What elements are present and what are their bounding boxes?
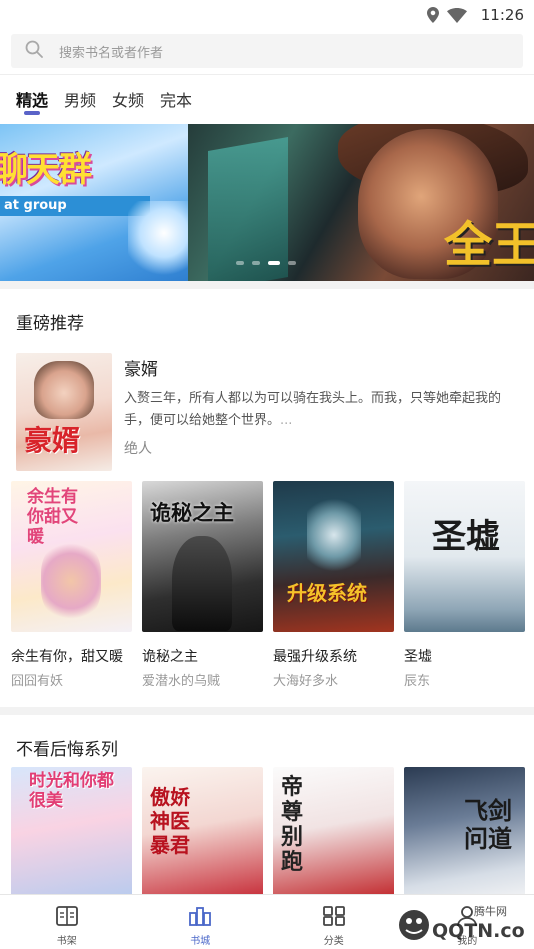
book-cover[interactable]: 傲娇神医暴君	[142, 767, 263, 897]
search-input[interactable]: 搜索书名或者作者	[11, 34, 523, 68]
banner-left-title: 聊天群	[0, 150, 92, 190]
banner-right-title: 全王	[443, 217, 534, 273]
book-cover[interactable]: 时光和你都很美	[11, 767, 132, 897]
book-title: 余生有你，甜又暖	[11, 649, 123, 665]
nav-bookshelf[interactable]: 书架	[0, 895, 134, 949]
book-cover[interactable]: 余生有你甜又暖	[11, 481, 132, 632]
status-time: 11:26	[480, 6, 524, 24]
book-author: 大海好多水	[273, 674, 339, 689]
section-divider	[0, 281, 534, 289]
banner-slide-current[interactable]: 全王	[188, 124, 534, 281]
banner-left-decoration	[128, 201, 188, 281]
featured-book-title: 豪婿	[124, 360, 158, 380]
category-tabs: 精选 男频 女频 完本	[0, 74, 534, 124]
banner-dot	[252, 261, 260, 265]
book-author: 囧囧有妖	[11, 674, 64, 689]
featured-book[interactable]: 豪婿 豪婿 入赘三年，所有人都以为可以骑在我头上。而我，只等她牵起我的手，便可以…	[0, 345, 534, 481]
book-cover-title: 升级系统	[287, 581, 367, 605]
book-card[interactable]: 帝尊别跑	[273, 767, 394, 897]
search-bar-container: 搜索书名或者作者	[0, 30, 534, 74]
banner-dot	[288, 261, 296, 265]
book-author: 辰东	[404, 674, 431, 689]
section-title-recommended: 重磅推荐	[16, 314, 84, 334]
banner-slide-previous[interactable]: 聊天群 at group	[0, 124, 188, 281]
book-cover-title: 诡秘之主	[150, 501, 234, 525]
site-watermark-logo: 腾牛网 QQTN.com	[396, 899, 534, 945]
nav-label: 书城	[190, 936, 211, 947]
book-card[interactable]: 傲娇神医暴君	[142, 767, 263, 897]
book-card[interactable]: 时光和你都很美	[11, 767, 132, 897]
wifi-icon	[446, 7, 467, 23]
featured-book-description-text: 入赘三年，所有人都以为可以骑在我头上。而我，只等她牵起我的手，便可以给她整个世界…	[124, 391, 502, 428]
featured-book-description: 入赘三年，所有人都以为可以骑在我头上。而我，只等她牵起我的手，便可以给她整个世界…	[124, 388, 518, 432]
nav-category[interactable]: 分类	[267, 895, 401, 949]
book-cover-title: 傲娇神医暴君	[150, 785, 190, 857]
book-card[interactable]: 飞剑问道	[404, 767, 525, 897]
location-icon	[426, 7, 439, 23]
tab-featured[interactable]: 精选	[16, 87, 48, 117]
bookstore-icon	[188, 905, 212, 930]
book-card[interactable]: 余生有你甜又暖 余生有你，甜又暖 囧囧有妖	[11, 481, 132, 689]
book-grid-no-regret: 时光和你都很美 傲娇神医暴君 帝尊别跑 飞剑问道	[0, 767, 534, 897]
category-icon	[322, 905, 346, 930]
book-author: 爱潜水的乌贼	[142, 674, 221, 689]
nav-label: 书架	[56, 936, 77, 947]
book-cover-title: 飞剑问道	[464, 797, 512, 853]
featured-book-info: 豪婿 入赘三年，所有人都以为可以骑在我头上。而我，只等她牵起我的手，便可以给她整…	[124, 353, 518, 481]
book-card[interactable]: 圣墟 圣墟 辰东	[404, 481, 525, 689]
featured-book-cover-title: 豪婿	[24, 424, 81, 457]
book-card[interactable]: 升级系统 最强升级系统 大海好多水	[273, 481, 394, 689]
section-divider	[0, 707, 534, 715]
section-title-no-regret: 不看后悔系列	[16, 740, 118, 760]
book-cover[interactable]: 飞剑问道	[404, 767, 525, 897]
book-cover[interactable]: 帝尊别跑	[273, 767, 394, 897]
book-cover[interactable]: 升级系统	[273, 481, 394, 632]
status-bar: 11:26	[0, 0, 534, 30]
featured-book-cover[interactable]: 豪婿	[16, 353, 112, 471]
book-cover-title: 帝尊别跑	[281, 775, 304, 875]
book-card[interactable]: 诡秘之主 诡秘之主 爱潜水的乌贼	[142, 481, 263, 689]
nav-bookstore[interactable]: 书城	[134, 895, 268, 949]
book-title: 圣墟	[404, 649, 432, 665]
ellipsis: ...	[280, 413, 293, 428]
banner-dot-active	[268, 261, 280, 265]
tab-male[interactable]: 男频	[64, 87, 96, 117]
nav-label: 分类	[323, 936, 344, 947]
svg-text:QQTN.com: QQTN.com	[432, 920, 526, 942]
bookshelf-icon	[55, 905, 79, 930]
svg-text:腾牛网: 腾牛网	[474, 904, 507, 918]
book-cover-title: 时光和你都很美	[29, 771, 114, 811]
tab-female[interactable]: 女频	[112, 87, 144, 117]
search-icon	[25, 40, 43, 62]
tab-completed[interactable]: 完本	[160, 87, 192, 117]
book-cover[interactable]: 圣墟	[404, 481, 525, 632]
book-cover-title: 余生有你甜又暖	[27, 487, 78, 547]
search-placeholder: 搜索书名或者作者	[59, 45, 164, 61]
book-grid-recommended: 余生有你甜又暖 余生有你，甜又暖 囧囧有妖 诡秘之主 诡秘之主 爱潜水的乌贼 升…	[0, 481, 534, 689]
book-title: 最强升级系统	[273, 649, 357, 665]
banner-building-art	[208, 136, 288, 281]
banner-carousel[interactable]: 聊天群 at group 全王	[0, 124, 534, 281]
featured-book-author: 绝人	[124, 441, 152, 457]
book-cover[interactable]: 诡秘之主	[142, 481, 263, 632]
banner-dot	[236, 261, 244, 265]
banner-indicator	[236, 261, 296, 265]
book-title: 诡秘之主	[142, 649, 198, 665]
book-cover-title: 圣墟	[432, 517, 500, 557]
